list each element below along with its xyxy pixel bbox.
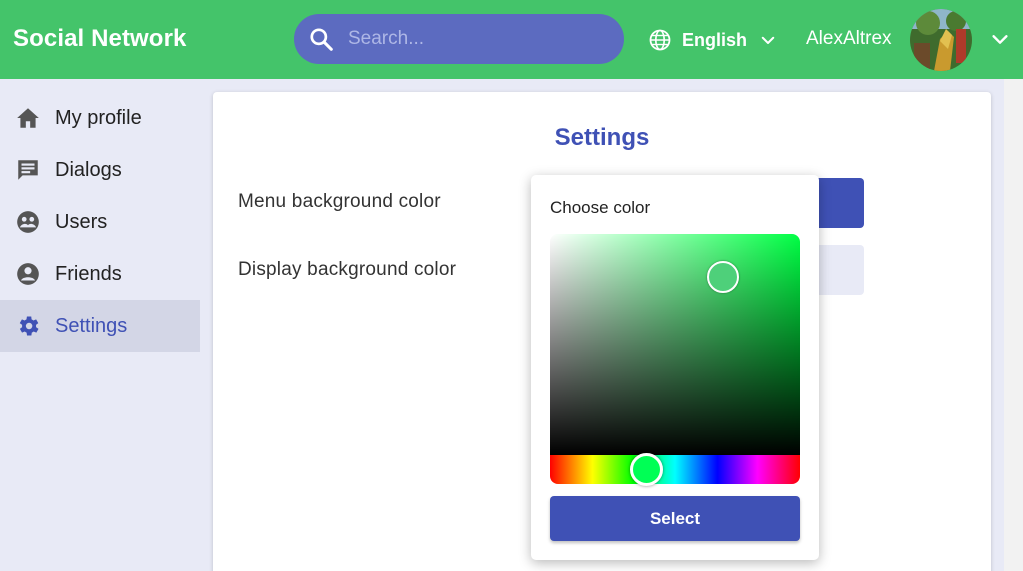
sidebar-item-friends[interactable]: Friends [0,248,200,300]
sidebar-item-label: Settings [55,314,128,337]
top-header: Social Network English AlexAltrex [0,0,1023,79]
scrollbar-track[interactable] [1004,79,1023,571]
sidebar-item-label: Users [55,210,108,233]
saturation-area[interactable] [550,234,800,455]
color-picker-title: Choose color [550,198,651,217]
sidebar-item-label: Friends [55,262,122,285]
globe-icon [649,29,671,51]
sidebar-item-label: Dialogs [55,158,122,181]
sidebar: My profile Dialogs Users Friends Setting… [0,92,200,352]
search-box[interactable] [294,14,624,64]
avatar-image [910,9,972,71]
brand-title[interactable]: Social Network [13,25,186,53]
sidebar-item-settings[interactable]: Settings [0,300,200,352]
page-title: Settings [554,124,650,151]
chevron-down-icon [761,36,775,44]
color-picker-popover: Choose color Select [531,175,819,560]
search-input[interactable] [348,22,608,56]
saturation-handle[interactable] [707,261,739,293]
user-menu-chevron-icon[interactable] [989,28,1011,50]
hue-slider[interactable] [550,453,800,486]
hue-handle[interactable] [630,453,663,486]
menu-bg-label: Menu background color [238,191,441,212]
sidebar-item-users[interactable]: Users [0,196,200,248]
search-icon [310,28,333,51]
friend-icon [17,263,39,285]
gear-icon [19,316,39,336]
username[interactable]: AlexAltrex [806,28,892,50]
home-icon [17,108,39,128]
users-icon [17,211,39,233]
sidebar-item-my-profile[interactable]: My profile [0,92,200,144]
display-bg-label: Display background color [238,259,457,280]
avatar[interactable] [910,9,972,71]
language-label: English [682,29,748,50]
sidebar-item-label: My profile [55,106,142,129]
sidebar-item-dialogs[interactable]: Dialogs [0,144,200,196]
language-selector[interactable]: English [648,26,777,54]
chat-icon [18,160,38,180]
select-button[interactable]: Select [550,496,800,541]
